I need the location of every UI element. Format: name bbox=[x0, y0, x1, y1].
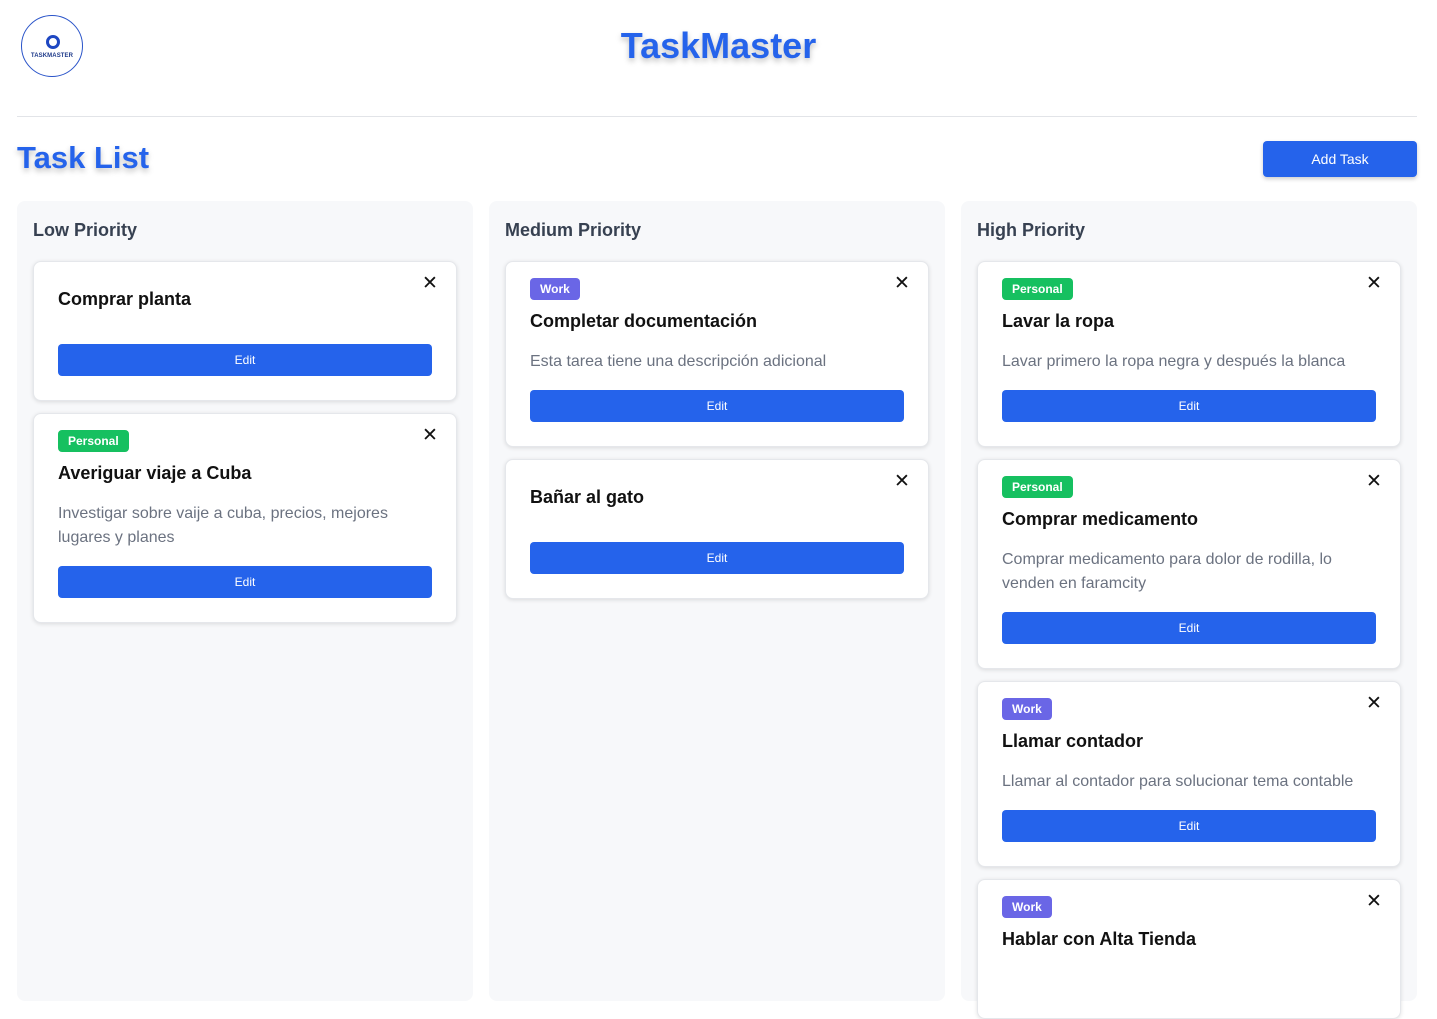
task-card: Work ✕ Hablar con Alta Tienda bbox=[977, 879, 1401, 1019]
tag-badge: Work bbox=[1002, 698, 1052, 720]
task-title: Bañar al gato bbox=[530, 487, 645, 507]
task-card: Personal ✕ Comprar medicamento Comprar m… bbox=[977, 459, 1401, 669]
close-icon[interactable]: ✕ bbox=[1366, 472, 1382, 492]
edit-task-button[interactable]: Edit bbox=[530, 390, 904, 422]
task-card: Personal ✕ Lavar la ropa Lavar primero l… bbox=[977, 261, 1401, 447]
tag-badge: Personal bbox=[58, 430, 129, 452]
task-title: Comprar planta bbox=[58, 289, 192, 309]
tag-badge: Work bbox=[530, 278, 580, 300]
tag-badge: Personal bbox=[1002, 278, 1073, 300]
close-icon[interactable]: ✕ bbox=[894, 472, 910, 492]
edit-task-button[interactable]: Edit bbox=[1002, 810, 1376, 842]
task-card: Personal ✕ Averiguar viaje a Cuba Invest… bbox=[33, 413, 457, 623]
add-task-button[interactable]: Add Task bbox=[1263, 141, 1417, 177]
close-icon[interactable]: ✕ bbox=[1366, 694, 1382, 714]
edit-task-button[interactable]: Edit bbox=[58, 566, 432, 598]
task-description: Llamar al contador para solucionar tema … bbox=[1002, 773, 1354, 790]
edit-task-button[interactable]: Edit bbox=[1002, 390, 1376, 422]
close-icon[interactable]: ✕ bbox=[422, 274, 438, 294]
task-title: Lavar la ropa bbox=[1002, 311, 1115, 331]
column-title: High Priority bbox=[977, 220, 1086, 240]
task-description: Investigar sobre vaije a cuba, precios, … bbox=[58, 505, 388, 546]
close-icon[interactable]: ✕ bbox=[894, 274, 910, 294]
edit-task-button[interactable]: Edit bbox=[1002, 612, 1376, 644]
task-title: Hablar con Alta Tienda bbox=[1002, 929, 1197, 949]
task-description: Comprar medicamento para dolor de rodill… bbox=[1002, 551, 1332, 592]
app-title: TaskMaster bbox=[620, 25, 817, 66]
tag-badge: Personal bbox=[1002, 476, 1073, 498]
task-title: Llamar contador bbox=[1002, 731, 1144, 751]
page-title: Task List bbox=[17, 140, 150, 175]
task-title: Comprar medicamento bbox=[1002, 509, 1199, 529]
column-title: Medium Priority bbox=[505, 220, 642, 240]
close-icon[interactable]: ✕ bbox=[1366, 274, 1382, 294]
column-high-priority: High Priority Personal ✕ Lavar la ropa L… bbox=[961, 201, 1417, 1019]
close-icon[interactable]: ✕ bbox=[422, 426, 438, 446]
column-medium-priority: Medium Priority Work ✕ Completar documen… bbox=[489, 201, 945, 1001]
edit-task-button[interactable]: Edit bbox=[530, 542, 904, 574]
task-card: Work ✕ Completar documentación Esta tare… bbox=[505, 261, 929, 447]
column-low-priority: Low Priority ✕ Comprar planta Edit Perso… bbox=[17, 201, 473, 1001]
header-divider bbox=[17, 116, 1417, 117]
close-icon[interactable]: ✕ bbox=[1366, 892, 1382, 912]
task-card: ✕ Bañar al gato Edit bbox=[505, 459, 929, 599]
task-title: Completar documentación bbox=[530, 311, 758, 331]
task-card: Work ✕ Llamar contador Llamar al contado… bbox=[977, 681, 1401, 867]
task-description: Esta tarea tiene una descripción adicion… bbox=[530, 353, 827, 370]
task-title: Averiguar viaje a Cuba bbox=[58, 463, 252, 483]
task-card: ✕ Comprar planta Edit bbox=[33, 261, 457, 401]
task-description: Lavar primero la ropa negra y después la… bbox=[1002, 353, 1346, 370]
edit-task-button[interactable]: Edit bbox=[58, 344, 432, 376]
tag-badge: Work bbox=[1002, 896, 1052, 918]
column-title: Low Priority bbox=[33, 220, 138, 240]
app-header: TASKMASTER TaskMaster bbox=[0, 0, 1437, 117]
